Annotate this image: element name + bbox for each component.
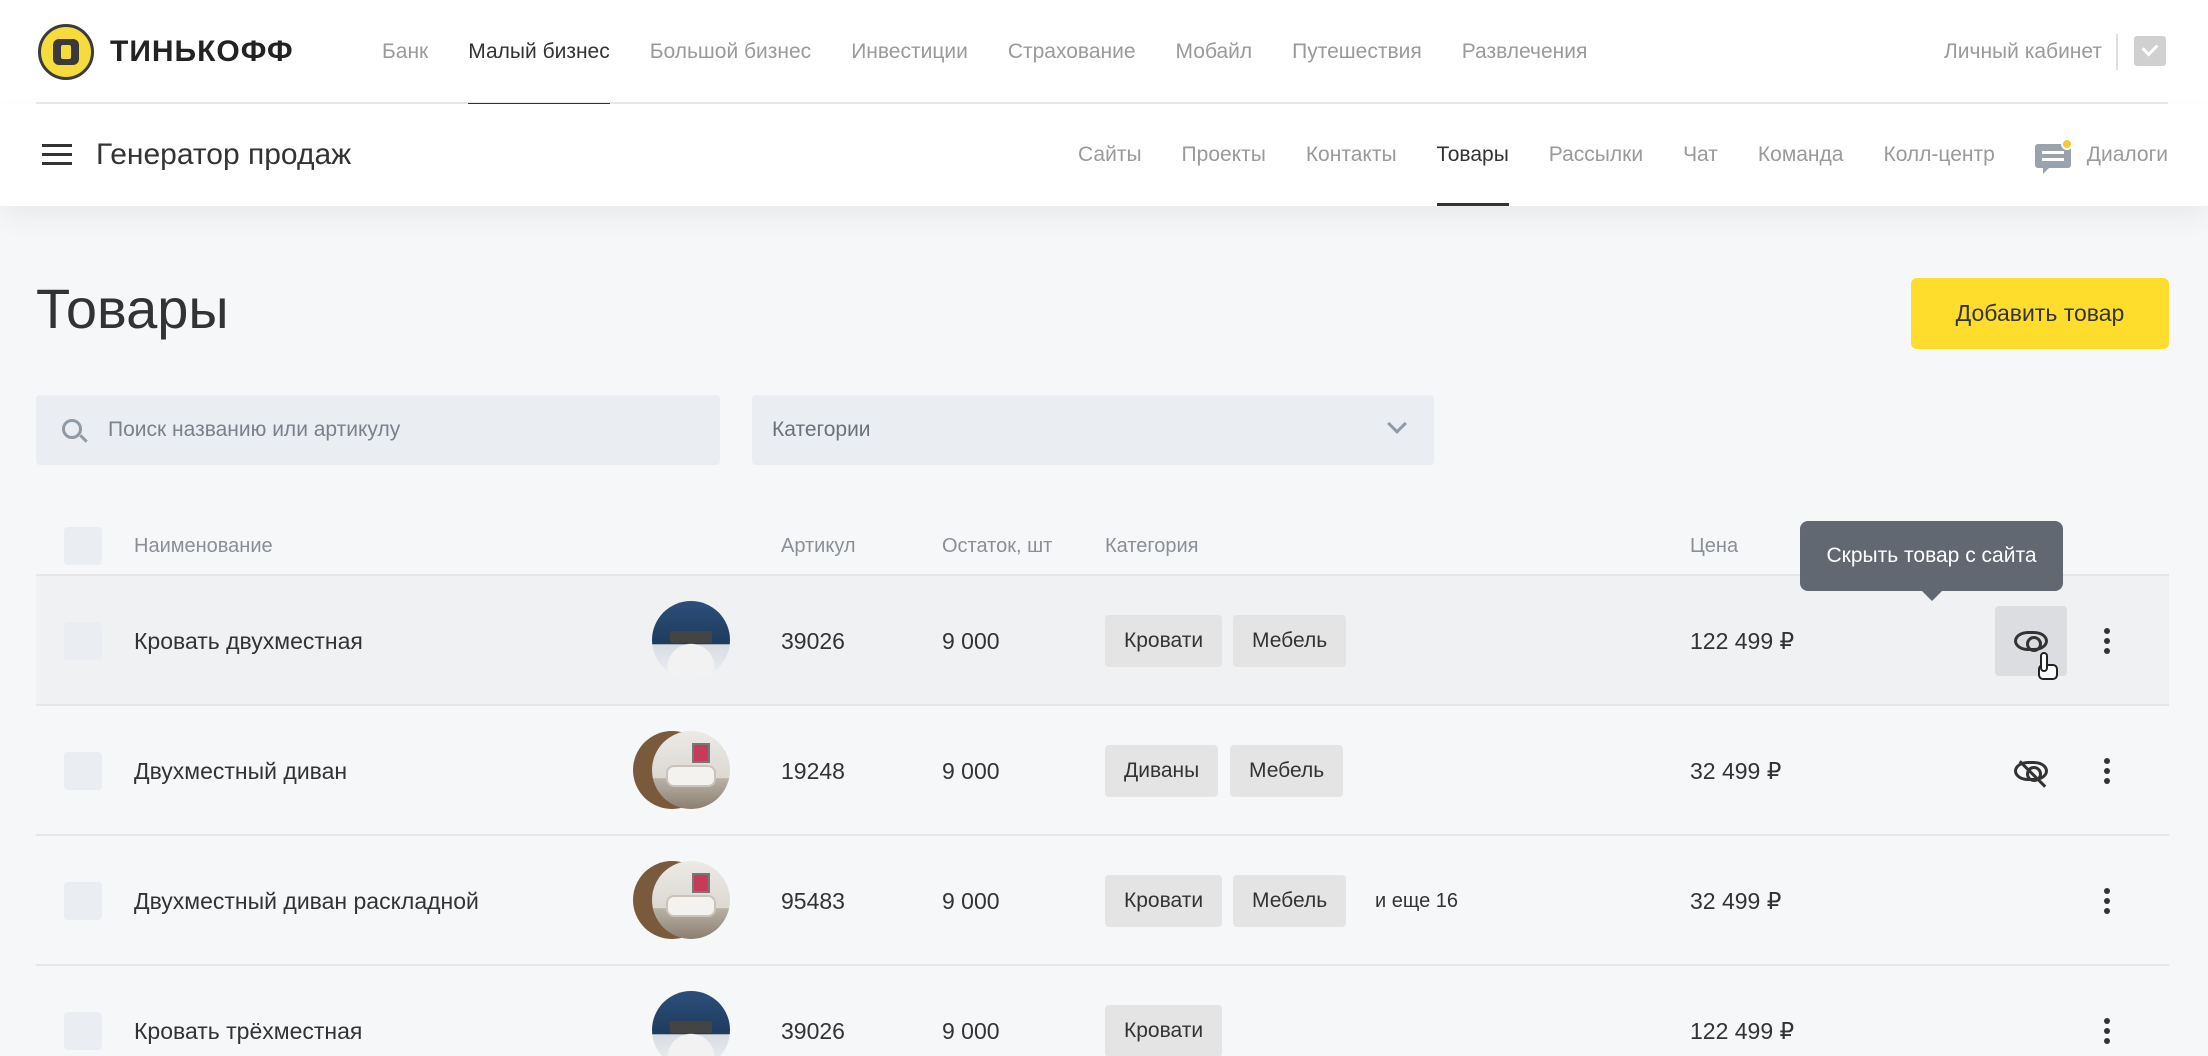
top-nav-entertainment[interactable]: Развлечения xyxy=(1442,0,1608,104)
sub-nav-chat[interactable]: Чат xyxy=(1663,104,1738,206)
chat-notification-icon xyxy=(2034,138,2073,174)
product-navigation: Генератор продаж Сайты Проекты Контакты … xyxy=(0,104,2208,206)
row-sku: 39026 xyxy=(781,628,845,654)
dialogs-label: Диалоги xyxy=(2086,143,2168,166)
top-nav-small-business[interactable]: Малый бизнес xyxy=(448,0,629,106)
row-checkbox[interactable] xyxy=(64,882,102,920)
top-nav-mobile[interactable]: Мобайл xyxy=(1156,0,1273,104)
show-product-button[interactable] xyxy=(1995,736,2067,806)
row-price: 122 499 ₽ xyxy=(1690,628,1795,654)
row-price: 32 499 ₽ xyxy=(1690,888,1782,914)
top-nav-investments[interactable]: Инвестиции xyxy=(831,0,988,104)
product-image xyxy=(652,861,730,939)
sub-nav-contacts[interactable]: Контакты xyxy=(1286,104,1417,206)
sub-nav-team[interactable]: Команда xyxy=(1738,104,1864,206)
top-nav-big-business[interactable]: Большой бизнес xyxy=(630,0,831,104)
top-nav-travel[interactable]: Путешествия xyxy=(1272,0,1442,104)
table-row[interactable]: Двухместный диван раскладной 95483 9 000… xyxy=(36,836,2169,966)
row-sku: 39026 xyxy=(781,1018,845,1044)
category-tag: Кровати xyxy=(1105,615,1223,667)
categories-value: Категории xyxy=(772,418,871,441)
more-categories-link[interactable]: и еще 16 xyxy=(1375,836,1458,966)
row-checkbox[interactable] xyxy=(64,622,102,660)
eye-icon xyxy=(2014,631,2048,652)
row-stock: 9 000 xyxy=(942,1018,1000,1044)
row-name[interactable]: Кровать двухместная xyxy=(134,576,363,706)
menu-icon[interactable] xyxy=(42,142,72,168)
row-checkbox[interactable] xyxy=(64,1012,102,1050)
product-title[interactable]: Генератор продаж xyxy=(96,104,351,206)
row-stock: 9 000 xyxy=(942,758,1000,784)
sub-nav-dialogs[interactable]: Диалоги xyxy=(2015,104,2208,206)
search-icon xyxy=(62,419,82,439)
sub-nav-mailings[interactable]: Рассылки xyxy=(1529,104,1663,206)
brand-name: ТИНЬКОФФ xyxy=(110,35,294,68)
row-name[interactable]: Двухместный диван раскладной xyxy=(134,836,479,966)
category-tag: Мебель xyxy=(1233,615,1347,667)
sub-nav-projects[interactable]: Проекты xyxy=(1162,104,1286,206)
eye-off-icon xyxy=(2014,761,2048,782)
top-nav-insurance[interactable]: Страхование xyxy=(988,0,1156,104)
top-navigation: ТИНЬКОФФ Банк Малый бизнес Большой бизне… xyxy=(0,0,2208,106)
brand-logo[interactable]: ТИНЬКОФФ xyxy=(38,24,294,80)
header-sku[interactable]: Артикул xyxy=(781,516,856,576)
header-price[interactable]: Цена xyxy=(1690,516,1738,576)
row-name[interactable]: Кровать трёхместная xyxy=(134,966,362,1056)
add-product-button[interactable]: Добавить товар xyxy=(1911,278,2169,349)
cabinet-check-icon[interactable] xyxy=(2134,36,2166,66)
top-navigation-inner: ТИНЬКОФФ Банк Малый бизнес Большой бизне… xyxy=(36,0,2168,106)
product-image xyxy=(652,991,730,1056)
category-tag: Кровати xyxy=(1105,1005,1223,1056)
category-tag: Мебель xyxy=(1233,875,1347,927)
divider xyxy=(2116,34,2118,70)
personal-cabinet-link[interactable]: Личный кабинет xyxy=(1944,0,2102,104)
sub-nav-products[interactable]: Товары xyxy=(1417,104,1529,206)
product-image xyxy=(652,601,730,679)
chevron-down-icon xyxy=(1387,414,1407,434)
header-stock[interactable]: Остаток, шт xyxy=(942,516,1052,576)
header-name[interactable]: Наименование xyxy=(134,516,273,576)
category-tag: Мебель xyxy=(1230,745,1344,797)
sub-nav-list: Сайты Проекты Контакты Товары Рассылки Ч… xyxy=(1058,104,2208,206)
categories-select[interactable]: Категории xyxy=(752,395,1434,465)
category-tag: Кровати xyxy=(1105,875,1223,927)
row-checkbox[interactable] xyxy=(64,752,102,790)
sub-nav-sites[interactable]: Сайты xyxy=(1058,104,1162,206)
row-price: 122 499 ₽ xyxy=(1690,1018,1795,1044)
more-options-icon[interactable] xyxy=(2104,888,2110,914)
sub-nav-call-center[interactable]: Колл-центр xyxy=(1863,104,2014,206)
row-stock: 9 000 xyxy=(942,628,1000,654)
hand-cursor-icon xyxy=(2036,652,2060,682)
more-options-icon[interactable] xyxy=(2104,758,2110,784)
more-options-icon[interactable] xyxy=(2104,1018,2110,1044)
row-price: 32 499 ₽ xyxy=(1690,758,1782,784)
product-image xyxy=(652,731,730,809)
header-category[interactable]: Категория xyxy=(1105,516,1199,576)
table-row[interactable]: Двухместный диван 19248 9 000 Диваны Меб… xyxy=(36,706,2169,836)
top-nav-bank[interactable]: Банк xyxy=(362,0,448,104)
search-input[interactable] xyxy=(108,395,698,465)
search-field[interactable] xyxy=(36,395,720,465)
table-row[interactable]: Кровать трёхместная 39026 9 000 Кровати … xyxy=(36,966,2169,1056)
row-name[interactable]: Двухместный диван xyxy=(134,706,347,836)
category-tag: Диваны xyxy=(1105,745,1219,797)
top-nav-list: Банк Малый бизнес Большой бизнес Инвести… xyxy=(362,0,1608,106)
row-sku: 95483 xyxy=(781,888,845,914)
hide-product-tooltip: Скрыть товар с сайта xyxy=(1800,521,2063,601)
row-stock: 9 000 xyxy=(942,888,1000,914)
select-all-checkbox[interactable] xyxy=(64,527,102,565)
table-row[interactable]: Кровать двухместная 39026 9 000 Кровати … xyxy=(36,576,2169,706)
brand-emblem-icon xyxy=(38,24,94,80)
page-title: Товары xyxy=(36,277,229,340)
row-sku: 19248 xyxy=(781,758,845,784)
more-options-icon[interactable] xyxy=(2104,628,2110,654)
